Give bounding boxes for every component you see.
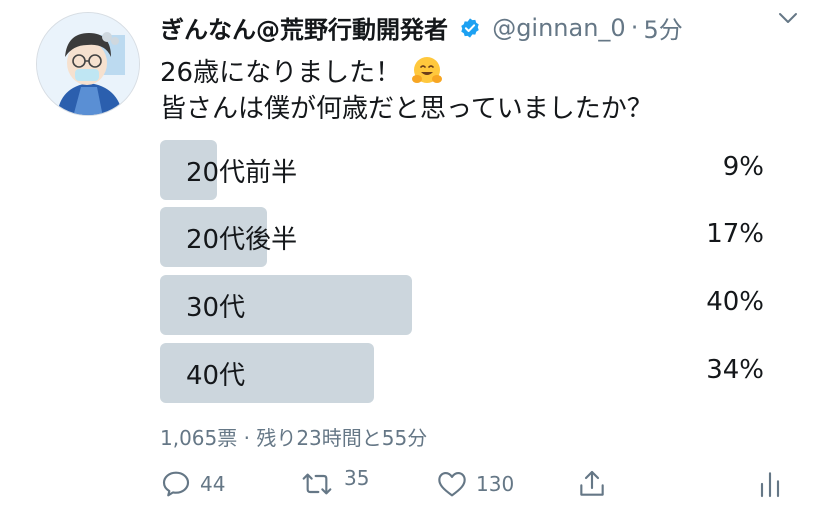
poll-option: 20代後半 17% <box>160 207 764 267</box>
poll-option: 40代 34% <box>160 343 764 403</box>
retweet-button[interactable]: 35 <box>298 462 369 506</box>
poll-summary: 1,065票 · 残り23時間と55分 <box>160 426 428 450</box>
retweet-count: 35 <box>344 466 370 490</box>
reply-icon <box>162 471 190 497</box>
poll-option-label: 20代前半 <box>186 158 298 188</box>
poll-option-percent: 40% <box>706 287 764 317</box>
header-separator: · <box>630 13 639 42</box>
poll-option-label: 20代後半 <box>186 225 298 255</box>
reply-button[interactable]: 44 <box>160 462 225 506</box>
poll-option-percent: 34% <box>706 355 764 385</box>
analytics-icon <box>760 472 780 498</box>
poll-option: 20代前半 9% <box>160 140 764 200</box>
hugging-face-emoji <box>411 55 443 87</box>
chevron-down-icon[interactable] <box>776 8 800 28</box>
tweet-header: ぎんなん@荒野行動開発者 @ginnan_0 · 5分 <box>160 10 800 45</box>
like-icon <box>438 472 466 497</box>
tweet-actions: 44 35 130 <box>160 462 800 506</box>
share-button[interactable] <box>576 462 608 506</box>
tweet: ぎんなん@荒野行動開発者 @ginnan_0 · 5分 26歳になりました！ 皆… <box>0 0 828 521</box>
tweet-text-line1-text: 26歳になりました！ <box>160 58 402 88</box>
author-name[interactable]: ぎんなん@荒野行動開発者 <box>160 16 448 44</box>
timestamp[interactable]: 5分 <box>644 16 683 44</box>
author-handle[interactable]: @ginnan_0 <box>492 14 626 42</box>
analytics-button[interactable] <box>756 462 784 506</box>
poll-option: 30代 40% <box>160 275 764 335</box>
reply-count: 44 <box>200 472 226 496</box>
like-count: 130 <box>476 472 515 496</box>
avatar[interactable] <box>36 12 140 116</box>
retweet-icon <box>302 473 332 495</box>
tweet-text-line2: 皆さんは僕が何歳だと思っていましたか？ <box>160 94 653 124</box>
like-button[interactable]: 130 <box>436 462 514 506</box>
poll-option-label: 40代 <box>186 361 246 391</box>
tweet-text-line1: 26歳になりました！ <box>160 52 443 89</box>
poll-option-label: 30代 <box>186 293 246 323</box>
verified-badge-icon <box>459 17 481 39</box>
share-icon <box>580 470 604 496</box>
poll-option-percent: 17% <box>706 219 764 249</box>
poll-option-percent: 9% <box>722 152 764 182</box>
